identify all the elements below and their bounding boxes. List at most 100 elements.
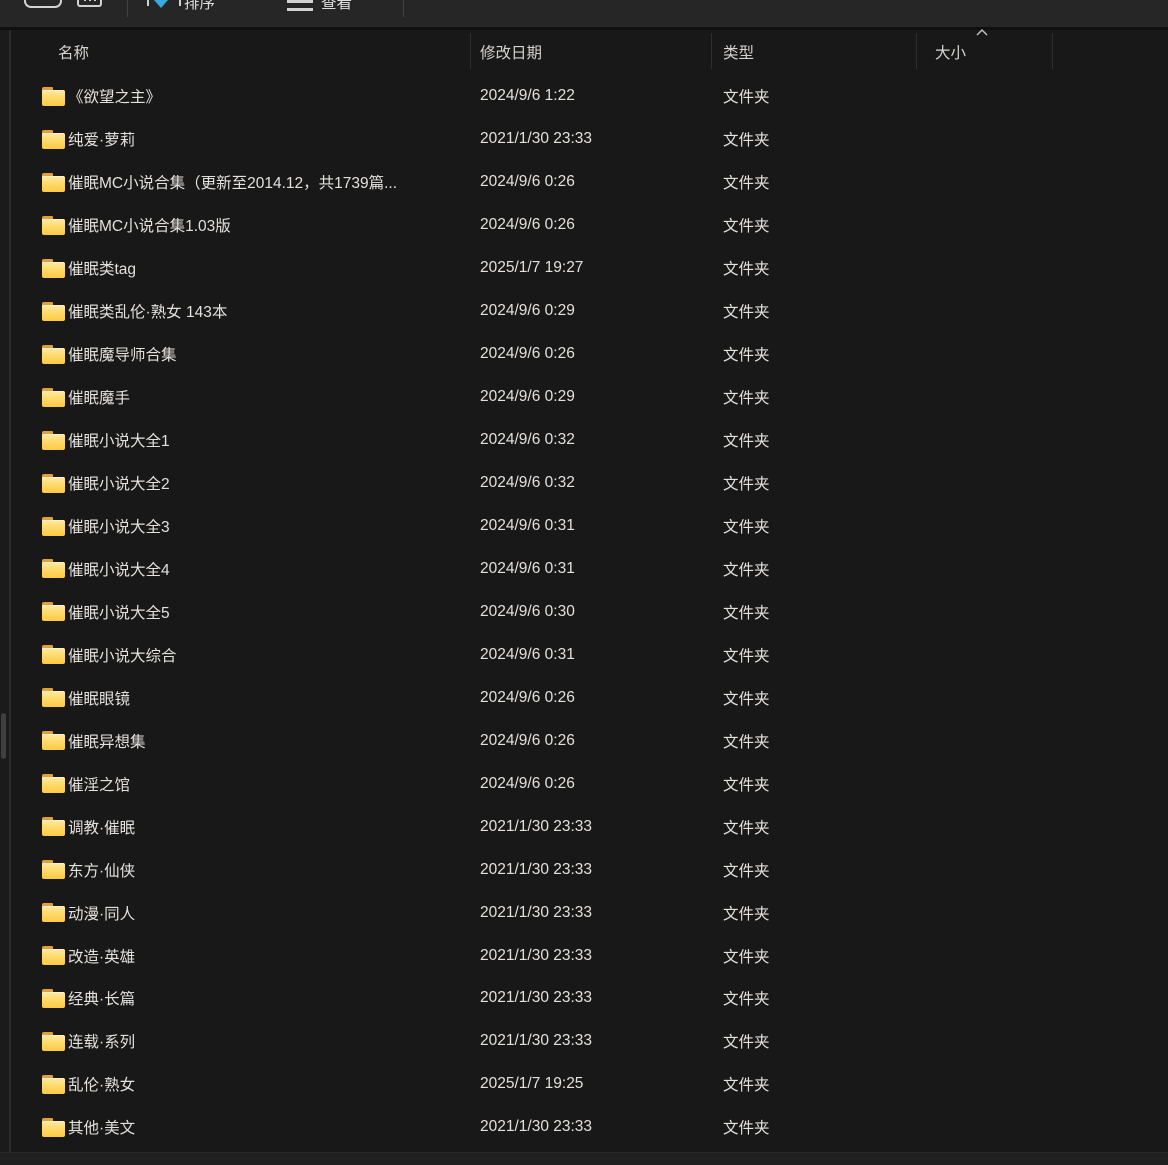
file-date: 2021/1/30 23:33 xyxy=(480,947,592,965)
file-row[interactable]: 催眠小说大综合 2024/9/6 0:31 文件夹 xyxy=(13,633,1168,676)
file-date: 2021/1/30 23:33 xyxy=(480,989,592,1007)
column-resize-handle[interactable] xyxy=(470,33,471,69)
column-header-name[interactable]: 名称 xyxy=(58,41,89,63)
column-resize-handle[interactable] xyxy=(916,33,917,69)
file-type: 文件夹 xyxy=(723,859,770,881)
file-row[interactable]: 催眠小说大全2 2024/9/6 0:32 文件夹 xyxy=(13,462,1168,505)
file-name: 其他·美文 xyxy=(68,1116,135,1138)
file-name: 催眠类乱伦·熟女 143本 xyxy=(68,300,227,322)
file-date: 2021/1/30 23:33 xyxy=(480,818,592,836)
file-row[interactable]: 催眠小说大全4 2024/9/6 0:31 文件夹 xyxy=(13,547,1168,590)
column-resize-handle[interactable] xyxy=(1052,33,1053,69)
sort-ascending-indicator-icon xyxy=(975,28,989,36)
file-list: 《欲望之主》 2024/9/6 1:22 文件夹 纯爱·萝莉 2021/1/30… xyxy=(13,75,1168,1149)
file-type: 文件夹 xyxy=(723,773,770,795)
file-row[interactable]: 催眠小说大全1 2024/9/6 0:32 文件夹 xyxy=(13,419,1168,462)
file-name: 催眠类tag xyxy=(68,257,136,279)
file-date: 2021/1/30 23:33 xyxy=(480,1032,592,1050)
file-type: 文件夹 xyxy=(723,558,770,580)
file-row[interactable]: 《欲望之主》 2024/9/6 1:22 文件夹 xyxy=(13,75,1168,118)
file-date: 2024/9/6 0:26 xyxy=(480,732,575,750)
file-type: 文件夹 xyxy=(723,386,770,408)
file-type: 文件夹 xyxy=(723,343,770,365)
file-date: 2024/9/6 0:32 xyxy=(480,474,575,492)
file-type: 文件夹 xyxy=(723,429,770,451)
file-row[interactable]: 催眠小说大全5 2024/9/6 0:30 文件夹 xyxy=(13,590,1168,633)
folder-icon xyxy=(42,345,65,364)
file-row[interactable]: 催眠魔导师合集 2024/9/6 0:26 文件夹 xyxy=(13,333,1168,376)
file-date: 2025/1/7 19:25 xyxy=(480,1075,583,1093)
folder-icon xyxy=(42,860,65,879)
file-date: 2024/9/6 0:32 xyxy=(480,431,575,449)
file-name: 催眠MC小说合集（更新至2014.12，共1739篇... xyxy=(68,171,397,193)
navigation-pane-edge xyxy=(0,30,11,1152)
file-row[interactable]: 催眠类tag 2025/1/7 19:27 文件夹 xyxy=(13,247,1168,290)
folder-icon xyxy=(42,474,65,493)
folder-icon xyxy=(42,903,65,922)
file-name: 调教·催眠 xyxy=(68,816,135,838)
file-name: 催眠小说大综合 xyxy=(68,644,177,666)
file-row[interactable]: 东方·仙侠 2021/1/30 23:33 文件夹 xyxy=(13,848,1168,891)
file-name: 催眠眼镜 xyxy=(68,687,130,709)
command-bar: 排序 查看 xyxy=(0,0,1168,27)
file-type: 文件夹 xyxy=(723,1073,770,1095)
column-header-date-modified[interactable]: 修改日期 xyxy=(480,41,542,63)
file-date: 2024/9/6 0:26 xyxy=(480,345,575,363)
view-button-label: 查看 xyxy=(321,0,352,13)
file-row[interactable]: 改造·英雄 2021/1/30 23:33 文件夹 xyxy=(13,934,1168,977)
file-date: 2024/9/6 0:30 xyxy=(480,603,575,621)
file-type: 文件夹 xyxy=(723,300,770,322)
file-name: 催眠小说大全1 xyxy=(68,429,170,451)
file-type: 文件夹 xyxy=(723,902,770,924)
share-icon[interactable] xyxy=(24,0,62,8)
column-header-size[interactable]: 大小 xyxy=(935,41,966,63)
file-row[interactable]: 催淫之馆 2024/9/6 0:26 文件夹 xyxy=(13,762,1168,805)
column-header-type[interactable]: 类型 xyxy=(723,41,754,63)
file-row[interactable]: 其他·美文 2021/1/30 23:33 文件夹 xyxy=(13,1106,1168,1149)
file-name: 纯爱·萝莉 xyxy=(68,128,135,150)
file-name: 《欲望之主》 xyxy=(68,85,161,107)
file-type: 文件夹 xyxy=(723,730,770,752)
file-name: 动漫·同人 xyxy=(68,902,135,924)
status-bar xyxy=(0,1152,1168,1165)
file-type: 文件夹 xyxy=(723,945,770,967)
file-row[interactable]: 连载·系列 2021/1/30 23:33 文件夹 xyxy=(13,1020,1168,1063)
column-resize-handle[interactable] xyxy=(711,33,712,69)
file-row[interactable]: 动漫·同人 2021/1/30 23:33 文件夹 xyxy=(13,891,1168,934)
folder-icon xyxy=(42,173,65,192)
file-row[interactable]: 调教·催眠 2021/1/30 23:33 文件夹 xyxy=(13,805,1168,848)
sort-arrow-up-icon xyxy=(179,0,181,6)
file-row[interactable]: 纯爱·萝莉 2021/1/30 23:33 文件夹 xyxy=(13,118,1168,161)
file-type: 文件夹 xyxy=(723,816,770,838)
file-date: 2024/9/6 0:31 xyxy=(480,517,575,535)
file-row[interactable]: 经典·长篇 2021/1/30 23:33 文件夹 xyxy=(13,977,1168,1020)
file-date: 2024/9/6 0:29 xyxy=(480,302,575,320)
file-name: 连载·系列 xyxy=(68,1030,135,1052)
file-date: 2024/9/6 0:31 xyxy=(480,646,575,664)
file-date: 2024/9/6 0:26 xyxy=(480,173,575,191)
toolbar-divider xyxy=(127,0,128,17)
delete-icon[interactable] xyxy=(77,0,102,7)
file-row[interactable]: 乱伦·熟女 2025/1/7 19:25 文件夹 xyxy=(13,1063,1168,1106)
file-type: 文件夹 xyxy=(723,85,770,107)
file-date: 2021/1/30 23:33 xyxy=(480,861,592,879)
file-date: 2021/1/30 23:33 xyxy=(480,130,592,148)
file-row[interactable]: 催眠MC小说合集（更新至2014.12，共1739篇... 2024/9/6 0… xyxy=(13,161,1168,204)
file-date: 2024/9/6 0:31 xyxy=(480,560,575,578)
folder-icon xyxy=(42,688,65,707)
nav-scrollbar-thumb[interactable] xyxy=(1,713,6,759)
file-row[interactable]: 催眠魔手 2024/9/6 0:29 文件夹 xyxy=(13,376,1168,419)
folder-icon xyxy=(42,817,65,836)
file-row[interactable]: 催眠小说大全3 2024/9/6 0:31 文件夹 xyxy=(13,505,1168,548)
file-type: 文件夹 xyxy=(723,1116,770,1138)
file-row[interactable]: 催眠眼镜 2024/9/6 0:26 文件夹 xyxy=(13,676,1168,719)
file-row[interactable]: 催眠异想集 2024/9/6 0:26 文件夹 xyxy=(13,719,1168,762)
file-type: 文件夹 xyxy=(723,644,770,666)
file-name: 乱伦·熟女 xyxy=(68,1073,135,1095)
file-type: 文件夹 xyxy=(723,1030,770,1052)
file-name: 催眠小说大全3 xyxy=(68,515,170,537)
view-layout-icon xyxy=(287,8,313,11)
file-row[interactable]: 催眠类乱伦·熟女 143本 2024/9/6 0:29 文件夹 xyxy=(13,290,1168,333)
folder-icon xyxy=(42,130,65,149)
file-row[interactable]: 催眠MC小说合集1.03版 2024/9/6 0:26 文件夹 xyxy=(13,204,1168,247)
